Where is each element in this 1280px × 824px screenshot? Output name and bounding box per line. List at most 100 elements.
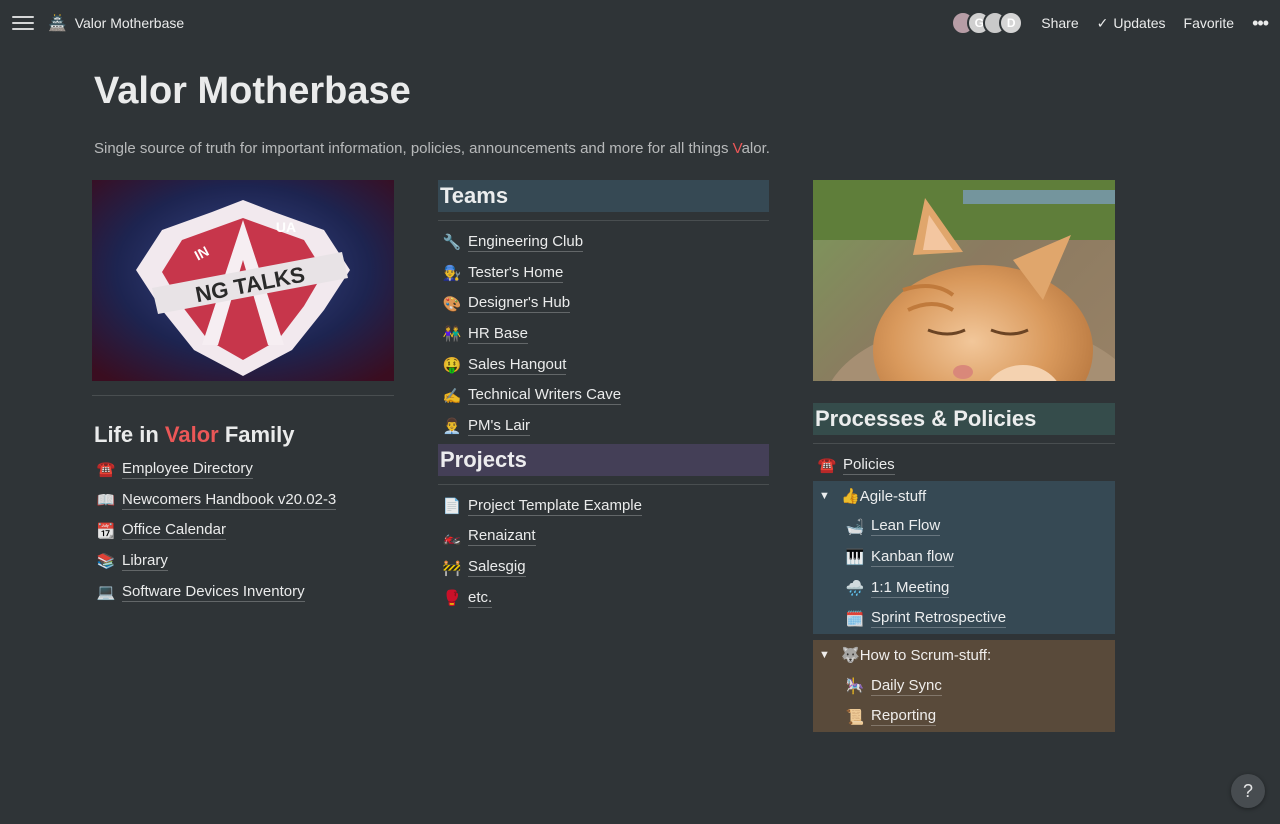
breadcrumb[interactable]: 🏯 Valor Motherbase: [48, 14, 184, 32]
engineering-club-link[interactable]: Engineering Club: [468, 233, 584, 252]
money-face-icon: 🤑: [442, 357, 462, 375]
office-calendar-link[interactable]: Office Calendar: [122, 521, 226, 541]
hamburger-menu-icon[interactable]: [12, 12, 34, 34]
scrum-toggle-label: How to Scrum-stuff:: [859, 646, 992, 664]
processes-policies-heading: Processes & Policies: [813, 403, 1115, 435]
reporting-link[interactable]: Reporting: [871, 707, 937, 727]
motorcycle-icon: 🏍️: [442, 528, 462, 546]
list-item[interactable]: 🔧 Engineering Club: [438, 227, 769, 258]
pms-lair-link[interactable]: PM's Lair: [468, 417, 531, 436]
project-template-example-link[interactable]: Project Template Example: [468, 497, 642, 516]
sales-hangout-link[interactable]: Sales Hangout: [468, 356, 567, 375]
list-item[interactable]: 🎠 Daily Sync: [813, 671, 1115, 702]
list-item[interactable]: 📚 Library: [92, 546, 394, 577]
list-item[interactable]: 📖 Newcomers Handbook v20.02-3: [92, 485, 394, 516]
life-links-list: ☎️ Employee Directory 📖 Newcomers Handbook…: [92, 454, 394, 607]
left-column: NG TALKS IN UA Life in Valor Family ☎️ Em…: [92, 180, 394, 607]
divider: [438, 220, 769, 221]
list-item[interactable]: 🗓️ Sprint Retrospective: [813, 603, 1115, 634]
technical-writers-cave-link[interactable]: Technical Writers Cave: [468, 386, 622, 406]
boxing-glove-icon: 🥊: [442, 590, 462, 608]
newcomers-handbook-link[interactable]: Newcomers Handbook v20.02-3: [122, 491, 337, 510]
scroll-icon: 📜: [845, 708, 865, 726]
writing-hand-icon: ✍️: [442, 387, 462, 405]
list-item[interactable]: 💻 Software Devices Inventory: [92, 577, 394, 608]
one-on-one-meeting-link[interactable]: 1:1 Meeting: [871, 579, 950, 598]
page-icon: 📄: [442, 498, 462, 516]
list-item[interactable]: ☎️ Employee Directory: [92, 454, 394, 485]
book-icon: 📖: [96, 492, 116, 510]
top-bar: 🏯 Valor Motherbase G D Share ✓ Updates F…: [0, 0, 1280, 46]
sleeping-cat-image[interactable]: [813, 180, 1115, 381]
scrum-toggle[interactable]: ▼ 🐺 How to Scrum-stuff:: [813, 640, 1115, 671]
telephone-icon: ☎️: [96, 461, 116, 479]
subtitle-text: Single source of truth for important inf…: [94, 140, 733, 157]
carousel-horse-icon: 🎠: [845, 678, 865, 696]
list-item[interactable]: 📜 Reporting: [813, 702, 1115, 733]
help-button[interactable]: ?: [1231, 774, 1265, 808]
triangle-down-icon[interactable]: ▼: [819, 649, 835, 661]
list-item[interactable]: 🎹 Kanban flow: [813, 542, 1115, 573]
etc-link[interactable]: etc.: [468, 589, 493, 608]
list-item[interactable]: 👨‍🔧 Tester's Home: [438, 258, 769, 289]
divider: [438, 483, 769, 485]
list-item[interactable]: 🥊 etc.: [438, 583, 769, 614]
life-in-valor-heading: Life in Valor Family: [92, 422, 394, 454]
list-item[interactable]: 🚧 Salesgig: [438, 552, 769, 583]
image-badge-right: UA: [276, 219, 296, 235]
agile-toggle[interactable]: ▼ 👍 Agile-stuff: [813, 481, 1115, 512]
software-devices-inventory-link[interactable]: Software Devices Inventory: [122, 583, 305, 602]
hr-base-link[interactable]: HR Base: [468, 325, 529, 344]
list-item[interactable]: 🤑 Sales Hangout: [438, 350, 769, 381]
policies-link[interactable]: Policies: [843, 456, 895, 475]
list-item[interactable]: 🎨 Designer's Hub: [438, 288, 769, 319]
collaborator-avatars[interactable]: G D: [951, 11, 1024, 35]
office-worker-icon: 👨‍💼: [442, 418, 462, 436]
rain-cloud-icon: 🌧️: [845, 580, 865, 598]
breadcrumb-label: Valor Motherbase: [74, 15, 185, 31]
testers-home-link[interactable]: Tester's Home: [468, 264, 564, 283]
list-item[interactable]: 👫 HR Base: [438, 319, 769, 350]
ng-talks-image[interactable]: NG TALKS IN UA: [92, 180, 394, 381]
telephone-icon: ☎️: [817, 457, 837, 475]
sprint-retrospective-link[interactable]: Sprint Retrospective: [871, 609, 1007, 629]
books-icon: 📚: [96, 553, 116, 571]
renaizant-link[interactable]: Renaizant: [468, 527, 536, 547]
library-link[interactable]: Library: [122, 552, 168, 571]
spiral-calendar-icon: 🗓️: [845, 610, 865, 628]
list-item[interactable]: 🌧️ 1:1 Meeting: [813, 573, 1115, 604]
thumbs-up-icon: 👍: [841, 488, 860, 506]
teams-heading: Teams: [438, 180, 769, 212]
divider: [813, 443, 1115, 444]
more-options-icon[interactable]: •••: [1252, 13, 1269, 34]
list-item[interactable]: 👨‍💼 PM's Lair: [438, 411, 769, 442]
list-item[interactable]: ✍️ Technical Writers Cave: [438, 380, 769, 411]
middle-column: Teams 🔧 Engineering Club 👨‍🔧 Tester's Home…: [438, 180, 769, 614]
list-item[interactable]: 🏍️ Renaizant: [438, 522, 769, 553]
updates-label: Updates: [1113, 15, 1166, 31]
list-item[interactable]: 📆 Office Calendar: [92, 515, 394, 546]
piano-icon: 🎹: [845, 549, 865, 567]
list-item[interactable]: 🛁 Lean Flow: [813, 511, 1115, 542]
avatar: D: [999, 11, 1024, 35]
share-button[interactable]: Share: [1041, 15, 1078, 31]
wrench-icon: 🔧: [442, 234, 462, 252]
kanban-flow-link[interactable]: Kanban flow: [871, 548, 954, 567]
agile-toggle-block: ▼ 👍 Agile-stuff 🛁 Lean Flow 🎹 Kanban flow …: [813, 480, 1115, 635]
daily-sync-link[interactable]: Daily Sync: [871, 677, 942, 696]
favorite-button[interactable]: Favorite: [1184, 15, 1235, 31]
designers-hub-link[interactable]: Designer's Hub: [468, 294, 571, 314]
couple-icon: 👫: [442, 326, 462, 344]
list-item[interactable]: 📄 Project Template Example: [438, 491, 769, 522]
lean-flow-link[interactable]: Lean Flow: [871, 517, 941, 537]
palette-icon: 🎨: [442, 295, 462, 313]
triangle-down-icon[interactable]: ▼: [819, 490, 835, 502]
calendar-icon: 📆: [96, 522, 116, 540]
list-item[interactable]: ☎️ Policies: [813, 450, 1115, 481]
employee-directory-link[interactable]: Employee Directory: [122, 460, 253, 479]
salesgig-link[interactable]: Salesgig: [468, 558, 526, 578]
heading-accent: Valor: [164, 422, 219, 447]
updates-button[interactable]: ✓ Updates: [1097, 15, 1166, 32]
projects-heading: Projects: [438, 443, 769, 476]
